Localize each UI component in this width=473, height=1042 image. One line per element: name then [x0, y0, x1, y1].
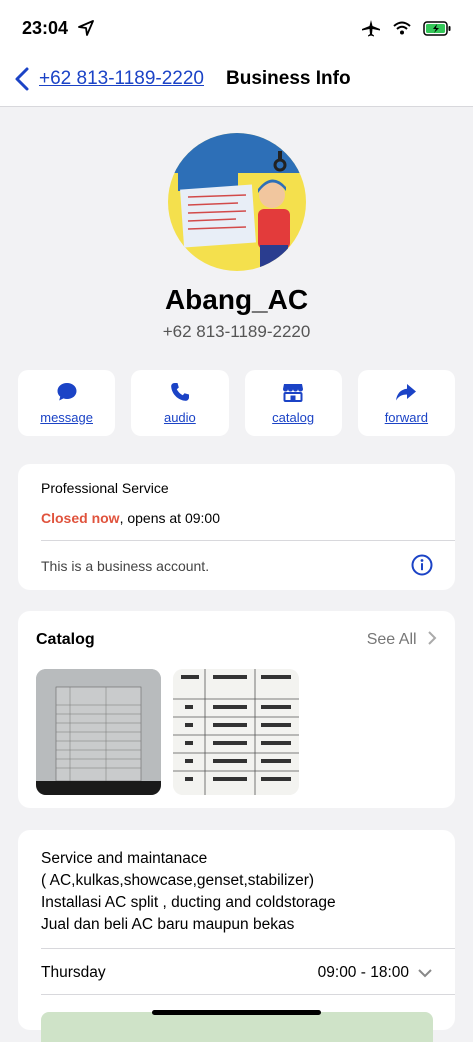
map-preview[interactable] [41, 1012, 433, 1042]
business-name: Abang_AC [164, 284, 309, 315]
product-image-table [36, 669, 161, 795]
schedule-hours: 09:00 - 18:00 [317, 964, 409, 981]
home-indicator[interactable] [152, 1010, 321, 1015]
business-category: Professional Service [41, 480, 169, 496]
wifi-icon [393, 21, 411, 35]
store-icon [283, 384, 304, 402]
forward-button[interactable]: forward [357, 370, 455, 436]
audio-label: audio [163, 410, 196, 425]
catalog-card: Catalog See All [18, 611, 455, 808]
location-arrow-icon [78, 20, 94, 36]
status-time: 23:04 [22, 18, 69, 38]
action-buttons: message audio catalog forward [18, 370, 455, 436]
avatar-image [168, 133, 306, 271]
divider [41, 948, 455, 949]
chevron-left-icon[interactable] [12, 66, 32, 92]
closed-status: Closed now [41, 510, 120, 526]
description-line: Jual dan beli AC baru maupun bekas [41, 916, 295, 933]
divider [41, 994, 455, 995]
catalog-label: catalog [272, 410, 315, 425]
see-all-link[interactable]: See All [367, 631, 437, 649]
business-account-note: This is a business account. [41, 558, 210, 574]
catalog-title: Catalog [36, 631, 95, 648]
page-title: Business Info [226, 68, 351, 89]
audio-button[interactable]: audio [131, 370, 229, 436]
chevron-right-icon [428, 631, 437, 645]
message-label: message [40, 410, 93, 425]
chevron-down-icon [418, 969, 432, 978]
business-description-card: Service and maintanace ( AC,kulkas,showc… [18, 830, 455, 1042]
phone-icon [171, 383, 189, 401]
description-line: Service and maintanace [41, 850, 208, 867]
battery-charging-icon [423, 20, 451, 36]
product-image-capacity-table [173, 669, 299, 795]
business-description: Service and maintanace ( AC,kulkas,showc… [41, 848, 336, 936]
message-button[interactable]: message [18, 370, 116, 436]
back-link[interactable]: +62 813-1189-2220 [39, 68, 204, 90]
divider [41, 540, 455, 541]
description-line: Installasi AC split , ducting and coldst… [41, 894, 336, 911]
business-hours-status[interactable]: Closed now, opens at 09:00 [41, 510, 220, 526]
catalog-item-image[interactable] [36, 669, 161, 795]
business-info-card: Professional Service Closed now, opens a… [18, 464, 455, 590]
forward-label: forward [384, 410, 429, 425]
avatar[interactable] [168, 133, 306, 271]
airplane-icon [362, 20, 380, 37]
catalog-button[interactable]: catalog [244, 370, 342, 436]
forward-icon [396, 384, 417, 401]
info-icon[interactable] [411, 554, 433, 576]
schedule-day: Thursday [41, 964, 106, 981]
schedule-hours-toggle[interactable]: 09:00 - 18:00 [318, 964, 433, 982]
nav-bar: +62 813-1189-2220 Business Info [0, 54, 473, 107]
message-icon [57, 383, 77, 401]
description-line: ( AC,kulkas,showcase,genset,stabilizer) [41, 872, 315, 889]
see-all-label: See All [366, 631, 417, 648]
business-phone[interactable]: +62 813-1189-2220 [0, 322, 473, 342]
catalog-item-image[interactable] [173, 669, 299, 795]
opens-time: , opens at 09:00 [119, 510, 220, 526]
status-bar: 23:04 [0, 0, 473, 54]
